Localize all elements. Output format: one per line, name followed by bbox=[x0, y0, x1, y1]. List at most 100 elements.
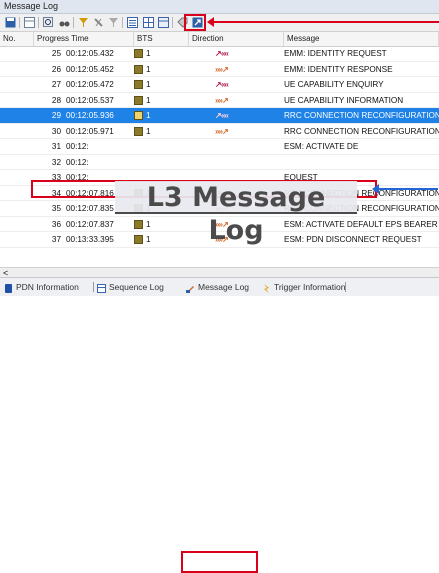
cell-no: 36 bbox=[51, 219, 61, 229]
bts-value: 1 bbox=[146, 111, 151, 120]
cell-bts: 1 bbox=[134, 62, 184, 77]
tab-message-log[interactable]: Message Log bbox=[186, 280, 249, 294]
binoculars-icon[interactable] bbox=[58, 16, 70, 28]
col-header-direction[interactable]: Direction bbox=[189, 32, 284, 46]
table-row[interactable]: 30 00:12:05.971 1 »»↗ RRC CONNECTION RECONFI… bbox=[0, 124, 439, 139]
col-header-no[interactable]: No. bbox=[0, 32, 34, 46]
cell-bts: 1 bbox=[134, 93, 184, 108]
cell-no: 31 bbox=[51, 142, 61, 151]
cell-bts: 1 bbox=[134, 46, 184, 61]
cell-no: 30 bbox=[51, 126, 61, 136]
cell-bts: 1 bbox=[134, 232, 184, 247]
cell-no: 25 bbox=[51, 49, 61, 58]
downlink-arrow-icon: ↗«« bbox=[215, 80, 229, 89]
cell-message: RRC CONNECTION RECONFIGURATION COMPL bbox=[284, 126, 439, 136]
cell-direction bbox=[189, 155, 279, 170]
cell-time: 00:13:33.395 bbox=[66, 235, 114, 244]
table-icon[interactable] bbox=[23, 16, 35, 28]
cell-time: 00:12: bbox=[66, 157, 89, 167]
downlink-arrow-icon: ↗«« bbox=[215, 111, 229, 120]
grid-icon[interactable] bbox=[142, 16, 154, 28]
downlink-arrow-icon: ↗«« bbox=[215, 49, 229, 58]
bts-icon bbox=[134, 80, 143, 90]
cell-time: 00:12:05.537 bbox=[66, 95, 114, 105]
table-row[interactable]: 25 00:12:05.432 1 ↗«« EMM: IDENTITY REQUEST bbox=[0, 46, 439, 62]
tab-label: Message Log bbox=[198, 282, 250, 292]
bottom-tab-bar: PDN Information Sequence Log Message Log… bbox=[0, 277, 439, 573]
cell-time: 00:12:05.971 bbox=[66, 126, 114, 136]
pin-icon[interactable] bbox=[92, 16, 104, 28]
bts-icon bbox=[134, 111, 143, 121]
table-row[interactable]: 32 00:12: bbox=[0, 155, 439, 170]
col-header-message[interactable]: Message bbox=[284, 32, 439, 46]
message-icon bbox=[186, 283, 195, 294]
tab-trigger-information[interactable]: Trigger Information bbox=[262, 280, 346, 294]
bts-value: 1 bbox=[146, 235, 151, 244]
save-icon[interactable] bbox=[4, 16, 16, 28]
bts-icon bbox=[134, 219, 143, 229]
toolbar-separator bbox=[122, 17, 123, 28]
cell-time: 00:12:05.432 bbox=[66, 49, 114, 58]
table-row[interactable]: 27 00:12:05.472 1 ↗«« UE CAPABILITY ENQUIRY bbox=[0, 77, 439, 93]
toolbar-separator bbox=[19, 17, 20, 28]
panel-title: Message Log bbox=[4, 1, 59, 11]
tab-separator bbox=[93, 282, 94, 292]
cell-no: 37 bbox=[51, 235, 61, 244]
cell-no: 35 bbox=[51, 204, 61, 213]
col-header-time[interactable]: Progress Time bbox=[34, 32, 134, 46]
pdn-icon bbox=[4, 283, 13, 294]
filter-off-icon[interactable] bbox=[107, 16, 119, 28]
tab-sequence-log[interactable]: Sequence Log bbox=[97, 280, 164, 294]
cell-no: 32 bbox=[51, 157, 61, 167]
cell-direction bbox=[189, 139, 279, 154]
table-row[interactable]: 28 00:12:05.537 1 »»↗ UE CAPABILITY INFORMAT… bbox=[0, 93, 439, 108]
table-row[interactable]: 26 00:12:05.452 1 »»↗ EMM: IDENTITY RESPONSE bbox=[0, 62, 439, 77]
cell-direction: ↗«« bbox=[189, 77, 279, 92]
uplink-arrow-icon: »»↗ bbox=[215, 64, 229, 74]
tab-label: Trigger Information bbox=[274, 282, 346, 292]
cell-time: 00:12:05.936 bbox=[66, 111, 114, 120]
tab-separator bbox=[345, 282, 346, 292]
cell-direction: »»↗ bbox=[189, 93, 279, 108]
table-row[interactable]: 31 00:12: ESM: ACTIVATE DE bbox=[0, 139, 439, 155]
table-row[interactable]: 29 00:12:05.936 1 ↗«« RRC CONNECTION RECONFI… bbox=[0, 108, 439, 124]
cell-message: RRC CONNECTION RECONFIGURATION bbox=[284, 111, 439, 120]
toolbar bbox=[0, 14, 439, 32]
cell-no: 27 bbox=[51, 80, 61, 89]
cell-time: 00:12:05.472 bbox=[66, 80, 114, 89]
overlay-caption: L3 Message Log bbox=[115, 181, 357, 246]
annotation-arrow-row bbox=[372, 184, 438, 194]
cell-message: UE CAPABILITY INFORMATION bbox=[284, 95, 404, 105]
cell-bts: 1 bbox=[134, 108, 184, 123]
cell-bts bbox=[134, 139, 184, 154]
cell-time: 00:12: bbox=[66, 142, 89, 151]
cell-no: 26 bbox=[51, 64, 61, 74]
trigger-icon bbox=[262, 283, 271, 294]
bts-value: 1 bbox=[146, 126, 151, 136]
grid2-icon[interactable] bbox=[157, 16, 169, 28]
bts-icon bbox=[134, 126, 143, 136]
bts-value: 1 bbox=[146, 80, 151, 89]
list-icon[interactable] bbox=[126, 16, 138, 28]
cell-message bbox=[284, 155, 439, 170]
search-icon[interactable] bbox=[42, 16, 54, 28]
uplink-arrow-icon: »»↗ bbox=[215, 95, 229, 105]
col-header-bts[interactable]: BTS bbox=[134, 32, 189, 46]
annotation-arrow-toolbar bbox=[207, 17, 439, 27]
bts-icon bbox=[134, 235, 143, 245]
cell-message: UE CAPABILITY ENQUIRY bbox=[284, 80, 384, 89]
tab-label: Sequence Log bbox=[109, 282, 164, 292]
cell-time: 00:12:05.452 bbox=[66, 64, 114, 74]
toolbar-separator bbox=[172, 17, 173, 28]
tab-pdn-information[interactable]: PDN Information bbox=[4, 280, 79, 294]
bts-value: 1 bbox=[146, 64, 151, 74]
bts-icon bbox=[134, 49, 143, 59]
cell-message: ESM: ACTIVATE DEFAULT EPS BEARER CONTE bbox=[284, 219, 439, 229]
cell-message: ESM: PDN DISCONNECT REQUEST bbox=[284, 235, 422, 244]
cell-bts bbox=[134, 155, 184, 170]
cell-time: 00:12:07.837 bbox=[66, 219, 114, 229]
filter-icon[interactable] bbox=[77, 16, 89, 28]
table-header: No. Progress Time BTS Direction Message bbox=[0, 32, 439, 47]
tab-label: PDN Information bbox=[16, 282, 79, 292]
tab-message-log-highlight bbox=[181, 551, 258, 573]
